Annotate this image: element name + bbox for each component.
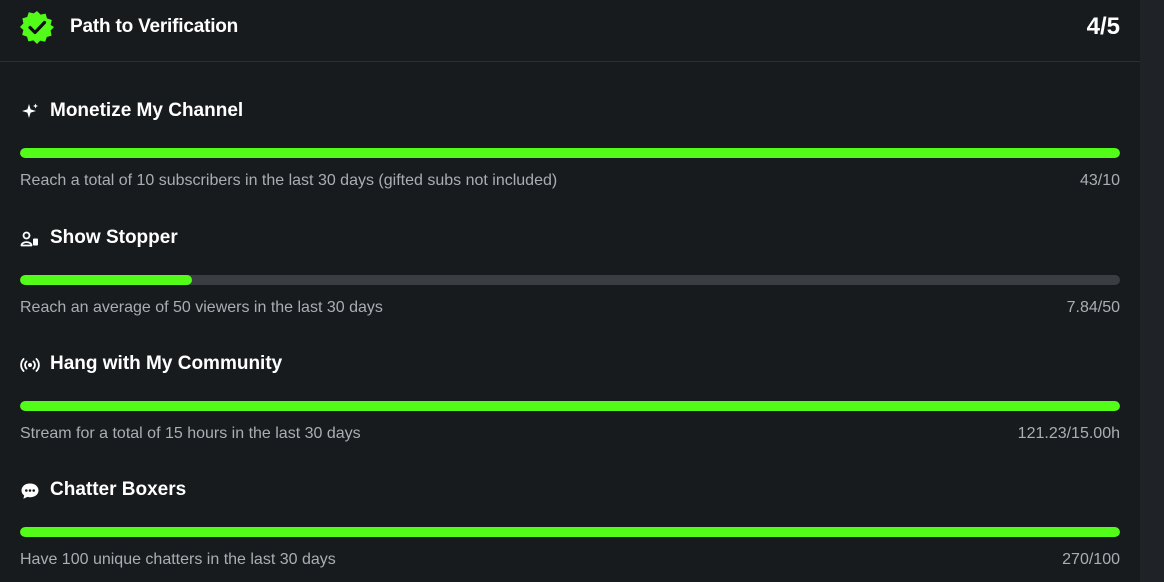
goal-chatter-boxers: Chatter Boxers Have 100 unique chatters …: [20, 479, 1120, 581]
goal-value: 7.84/50: [1066, 299, 1120, 316]
progress-fill: [20, 401, 1120, 411]
goal-title: Chatter Boxers: [50, 479, 187, 500]
verification-panel: Path to Verification 4/5 Monetize My Cha…: [0, 0, 1140, 582]
scrollbar-track[interactable]: [1140, 0, 1164, 582]
goal-value: 121.23/15.00h: [1017, 425, 1120, 442]
goal-monetize: Monetize My Channel Reach a total of 10 …: [20, 100, 1120, 202]
viewers-icon: [20, 229, 40, 249]
progress-track: [20, 148, 1120, 158]
goal-title: Monetize My Channel: [50, 100, 244, 121]
progress-fill: [20, 527, 1120, 537]
progress-track: [20, 401, 1120, 411]
goal-description: Stream for a total of 15 hours in the la…: [20, 425, 361, 442]
progress-fill: [20, 148, 1120, 158]
goal-description: Have 100 unique chatters in the last 30 …: [20, 551, 336, 568]
goal-title: Hang with My Community: [50, 353, 283, 374]
goal-show-stopper: Show Stopper Reach an average of 50 view…: [20, 227, 1120, 329]
sparkle-icon: [20, 102, 40, 122]
goal-value: 43/10: [1079, 172, 1120, 189]
progress-track: [20, 275, 1120, 285]
goal-title: Show Stopper: [50, 227, 178, 248]
progress-fill: [20, 275, 193, 285]
chat-bubble-icon: [20, 481, 40, 501]
goal-value: 270/100: [1062, 551, 1120, 568]
goal-description: Reach a total of 10 subscribers in the l…: [20, 172, 558, 189]
verified-badge-icon: [20, 10, 54, 44]
completed-count: 4/5: [1086, 13, 1120, 40]
progress-track: [20, 527, 1120, 537]
panel-header: Path to Verification 4/5: [0, 0, 1140, 62]
broadcast-icon: [20, 355, 40, 375]
panel-title: Path to Verification: [70, 16, 239, 37]
goal-description: Reach an average of 50 viewers in the la…: [20, 299, 383, 316]
goal-community: Hang with My Community Stream for a tota…: [20, 353, 1120, 455]
